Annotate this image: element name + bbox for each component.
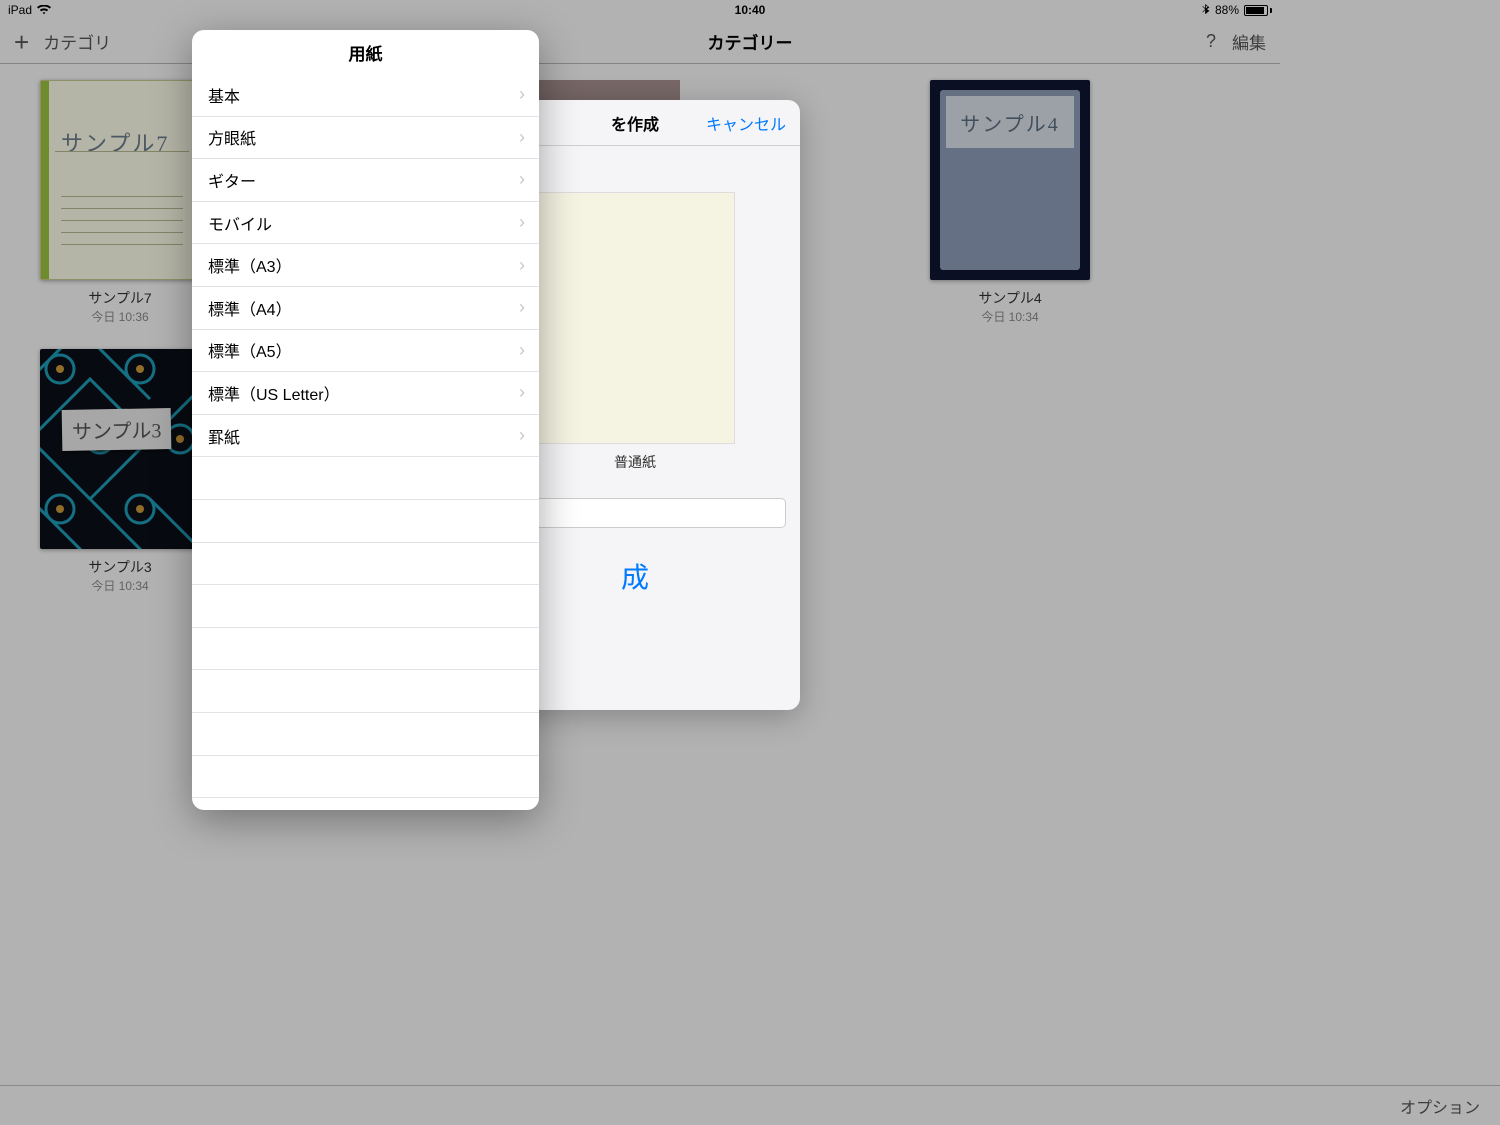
paper-popover-title: 用紙 [192, 30, 539, 74]
paper-row-empty: . [192, 756, 539, 799]
chevron-right-icon: › [519, 425, 525, 446]
paper-row-empty: . [192, 670, 539, 713]
paper-row-label: 標準（A4） [208, 296, 292, 320]
paper-row-a4[interactable]: 標準（A4） › [192, 287, 539, 330]
paper-row-label: モバイル [208, 211, 272, 235]
paper-row-empty: . [192, 585, 539, 628]
chevron-right-icon: › [519, 297, 525, 318]
paper-row-guitar[interactable]: ギター › [192, 159, 539, 202]
paper-row-mobile[interactable]: モバイル › [192, 202, 539, 245]
paper-row-empty: . [192, 628, 539, 671]
paper-row-usletter[interactable]: 標準（US Letter） › [192, 372, 539, 415]
chevron-right-icon: › [519, 255, 525, 276]
paper-row-label: 標準（A3） [208, 253, 292, 277]
paper-row-a5[interactable]: 標準（A5） › [192, 330, 539, 373]
paper-row-label: 方眼紙 [208, 125, 256, 149]
paper-row-a3[interactable]: 標準（A3） › [192, 244, 539, 287]
chevron-right-icon: › [519, 169, 525, 190]
paper-row-label: 基本 [208, 83, 240, 107]
chevron-right-icon: › [519, 382, 525, 403]
paper-row-empty: . [192, 543, 539, 586]
paper-row-ruled[interactable]: 罫紙 › [192, 415, 539, 458]
paper-row-grid[interactable]: 方眼紙 › [192, 117, 539, 160]
paper-popover: 用紙 基本 › 方眼紙 › ギター › モバイル › 標準（A3） › 標準（A4） › 標… [192, 30, 539, 810]
create-title: を作成 [611, 111, 659, 135]
paper-list[interactable]: 基本 › 方眼紙 › ギター › モバイル › 標準（A3） › 標準（A4） › 標準（A… [192, 74, 539, 810]
paper-row-label: 標準（US Letter） [208, 381, 340, 405]
paper-row-empty: . [192, 713, 539, 756]
chevron-right-icon: › [519, 340, 525, 361]
paper-row-basic[interactable]: 基本 › [192, 74, 539, 117]
chevron-right-icon: › [519, 84, 525, 105]
paper-row-empty: . [192, 457, 539, 500]
chevron-right-icon: › [519, 127, 525, 148]
paper-row-label: ギター [208, 168, 256, 192]
paper-row-empty: . [192, 500, 539, 543]
cancel-button[interactable]: キャンセル [706, 111, 786, 135]
chevron-right-icon: › [519, 212, 525, 233]
paper-preview[interactable] [535, 192, 735, 444]
paper-row-label: 罫紙 [208, 424, 240, 448]
paper-row-label: 標準（A5） [208, 338, 292, 362]
